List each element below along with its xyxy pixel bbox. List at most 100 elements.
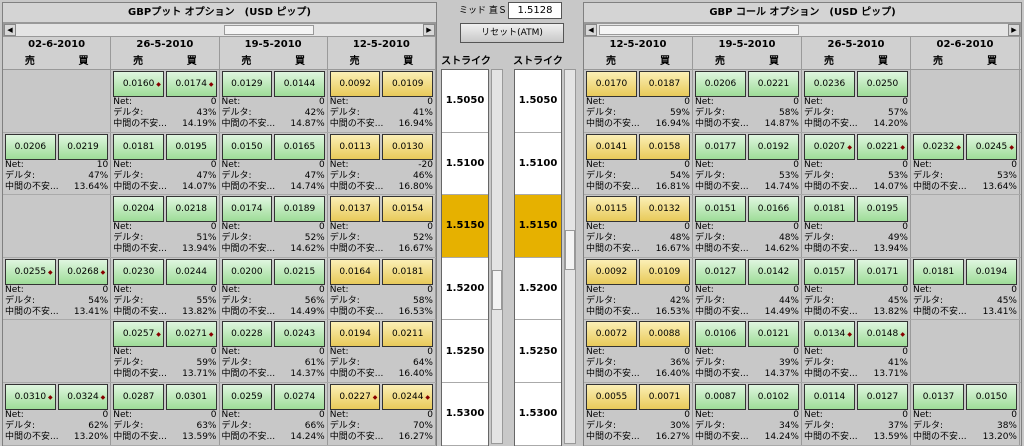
sell-quote-button[interactable]: 0.0204 [113, 196, 164, 223]
buy-quote-button[interactable]: 0.0150 [966, 383, 1017, 410]
buy-quote-button[interactable]: 0.0181 [382, 258, 433, 285]
sell-quote-button[interactable]: 0.0259 [221, 383, 273, 410]
sell-quote-button[interactable]: 0.0200 [221, 258, 273, 285]
buy-quote-button[interactable]: 0.0102 [748, 383, 799, 410]
sell-quote-button[interactable]: 0.0227 ◆ [329, 383, 381, 410]
buy-quote-button[interactable]: 0.0301 [165, 383, 217, 410]
put-vscrollbar[interactable] [491, 69, 503, 444]
sell-quote-button[interactable]: 0.0174 [221, 196, 273, 223]
sell-quote-button[interactable]: 0.0137 [329, 196, 381, 223]
buy-quote-button[interactable]: 0.0211 [382, 321, 433, 348]
scroll-left-arrow-icon[interactable]: ◀ [4, 24, 16, 36]
sell-quote-button[interactable]: 0.0134 ◆ [804, 321, 855, 348]
sell-quote-button[interactable]: 0.0206 [5, 133, 56, 160]
put-hscrollbar[interactable]: ◀ ▶ [3, 23, 436, 37]
buy-quote-button[interactable]: 0.0142 [748, 258, 799, 285]
buy-quote-button[interactable]: 0.0171 [857, 258, 908, 285]
buy-quote-button[interactable]: 0.0148 ◆ [857, 321, 908, 348]
sell-quote-button[interactable]: 0.0151 [695, 196, 746, 223]
buy-quote-button[interactable]: 0.0250 [857, 71, 908, 97]
sell-quote-button[interactable]: 0.0164 [329, 258, 381, 285]
sell-quote-button[interactable]: 0.0141 [586, 133, 637, 160]
sell-quote-button[interactable]: 0.0115 [586, 196, 637, 223]
buy-quote-button[interactable]: 0.0174 ◆ [165, 71, 217, 97]
sell-quote-button[interactable]: 0.0092 [586, 258, 637, 285]
net-value: 0 [102, 409, 109, 420]
sell-quote-button[interactable]: 0.0129 [221, 71, 273, 97]
buy-quote-button[interactable]: 0.0194 [966, 258, 1017, 285]
buy-quote-button[interactable]: 0.0244 ◆ [382, 383, 433, 410]
sell-quote-button[interactable]: 0.0092 [329, 71, 381, 97]
buy-quote-button[interactable]: 0.0274 [274, 383, 325, 410]
sell-quote-button[interactable]: 0.0207 ◆ [804, 133, 855, 160]
buy-quote-button[interactable]: 0.0221 ◆ [857, 133, 908, 160]
buy-quote-button[interactable]: 0.0218 [165, 196, 217, 223]
buy-quote-button[interactable]: 0.0244 [165, 258, 217, 285]
buy-quote-button[interactable]: 0.0109 [382, 71, 433, 97]
buy-quote-button[interactable]: 0.0109 [639, 258, 690, 285]
buy-quote-button[interactable]: 0.0243 [274, 321, 325, 348]
buy-quote-button[interactable]: 0.0154 [382, 196, 433, 223]
scroll-right-arrow-icon[interactable]: ▶ [423, 24, 435, 36]
buy-quote-button[interactable]: 0.0271 ◆ [165, 321, 217, 348]
net-label: Net: [113, 409, 133, 420]
buy-quote-button[interactable]: 0.0268 ◆ [57, 258, 109, 285]
sell-quote-button[interactable]: 0.0181 [113, 133, 164, 160]
buy-quote-button[interactable]: 0.0195 [165, 133, 217, 160]
buy-quote-button[interactable]: 0.0166 [748, 196, 799, 223]
sell-quote-button[interactable]: 0.0230 [113, 258, 164, 285]
sell-quote-button[interactable]: 0.0087 [695, 383, 746, 410]
buy-quote-button[interactable]: 0.0165 [274, 133, 325, 160]
buy-quote-button[interactable]: 0.0195 [857, 196, 908, 223]
buy-quote-button[interactable]: 0.0127 [857, 383, 908, 410]
call-hscrollbar[interactable]: ◀ ▶ [584, 23, 1021, 37]
reset-atm-button[interactable]: リセット(ATM) [460, 23, 564, 43]
call-hscroll-thumb[interactable] [599, 25, 799, 35]
buy-quote-button[interactable]: 0.0245 ◆ [966, 133, 1017, 160]
sell-quote-button[interactable]: 0.0114 [804, 383, 855, 410]
buy-quote-button[interactable]: 0.0324 ◆ [57, 383, 109, 410]
sell-quote-button[interactable]: 0.0310 ◆ [5, 383, 56, 410]
buy-quote-button[interactable]: 0.0221 [748, 71, 799, 97]
buy-quote-button[interactable]: 0.0215 [274, 258, 325, 285]
put-hscroll-thumb[interactable] [224, 25, 314, 35]
buy-quote-button[interactable]: 0.0187 [639, 71, 690, 97]
sell-quote-button[interactable]: 0.0228 [221, 321, 273, 348]
sell-quote-button[interactable]: 0.0170 [586, 71, 637, 97]
put-vscroll-thumb[interactable] [492, 270, 502, 310]
buy-quote-button[interactable]: 0.0189 [274, 196, 325, 223]
buy-quote-button[interactable]: 0.0192 [748, 133, 799, 160]
buy-quote-button[interactable]: 0.0088 [639, 321, 690, 348]
sell-quote-button[interactable]: 0.0194 [329, 321, 381, 348]
sell-quote-button[interactable]: 0.0287 [113, 383, 164, 410]
sell-quote-button[interactable]: 0.0206 [695, 71, 746, 97]
buy-quote-button[interactable]: 0.0071 [639, 383, 690, 410]
sell-quote-button[interactable]: 0.0160 ◆ [113, 71, 164, 97]
buy-quote-button[interactable]: 0.0130 [382, 133, 433, 160]
sell-quote-button[interactable]: 0.0157 [804, 258, 855, 285]
sell-quote-button[interactable]: 0.0055 [586, 383, 637, 410]
sell-quote-button[interactable]: 0.0127 [695, 258, 746, 285]
buy-quote-button[interactable]: 0.0219 [57, 133, 109, 160]
sell-quote-button[interactable]: 0.0106 [695, 321, 746, 348]
call-vscroll-thumb[interactable] [565, 230, 575, 270]
sell-quote-button[interactable]: 0.0181 [804, 196, 855, 223]
scroll-left-arrow-icon[interactable]: ◀ [585, 24, 597, 36]
sell-quote-button[interactable]: 0.0236 [804, 71, 855, 97]
sell-quote-button[interactable]: 0.0137 [913, 383, 964, 410]
sell-quote-button[interactable]: 0.0181 [913, 258, 964, 285]
call-vscrollbar[interactable] [564, 69, 576, 444]
sell-quote-button[interactable]: 0.0113 [329, 133, 381, 160]
buy-quote-button[interactable]: 0.0144 [274, 71, 325, 97]
sell-quote-button[interactable]: 0.0150 [221, 133, 273, 160]
buy-quote-button[interactable]: 0.0132 [639, 196, 690, 223]
sell-quote-button[interactable]: 0.0177 [695, 133, 746, 160]
sell-quote-button[interactable]: 0.0072 [586, 321, 637, 348]
sell-quote-button[interactable]: 0.0257 ◆ [113, 321, 164, 348]
delta-label: デルタ: [113, 420, 144, 431]
sell-quote-button[interactable]: 0.0255 ◆ [5, 258, 56, 285]
sell-quote-button[interactable]: 0.0232 ◆ [913, 133, 964, 160]
buy-quote-button[interactable]: 0.0158 [639, 133, 690, 160]
scroll-right-arrow-icon[interactable]: ▶ [1008, 24, 1020, 36]
buy-quote-button[interactable]: 0.0121 [748, 321, 799, 348]
